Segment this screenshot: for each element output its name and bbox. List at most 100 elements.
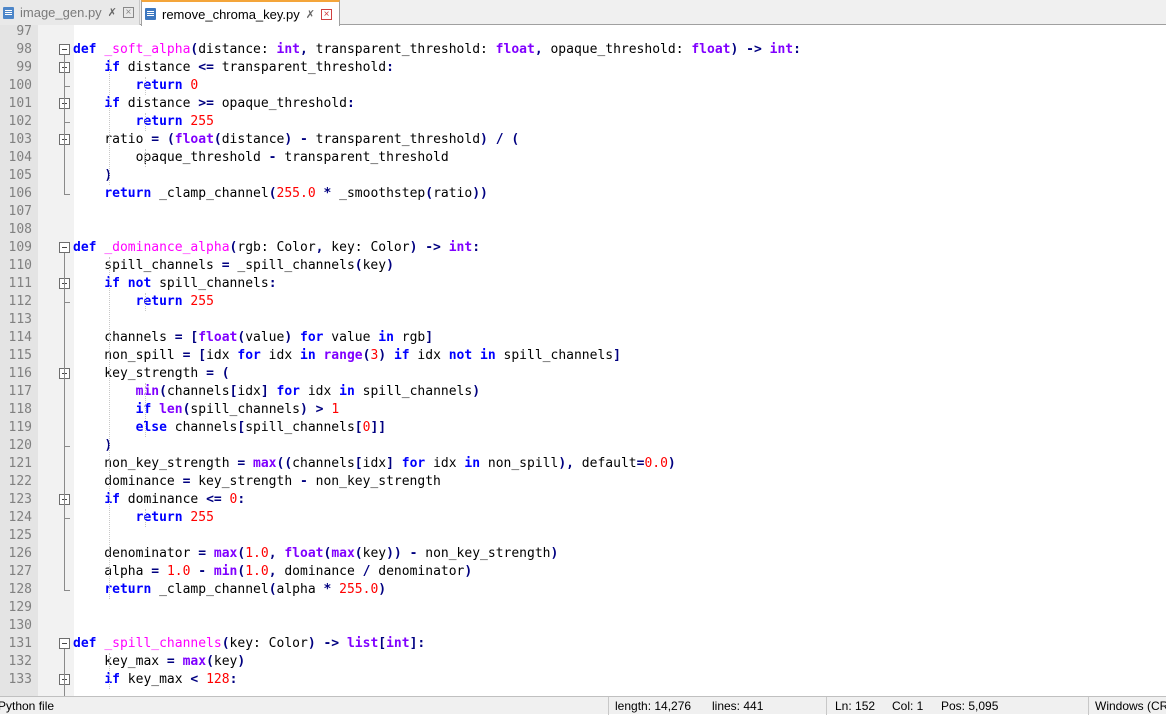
code-line[interactable]: 106 return _clamp_channel(255.0 * _smoot… bbox=[0, 185, 1166, 203]
line-number: 104 bbox=[8, 150, 32, 165]
line-number: 128 bbox=[8, 582, 32, 597]
status-position: Pos: 5,095 bbox=[941, 699, 999, 713]
code-line[interactable]: 124 return 255 bbox=[0, 509, 1166, 527]
python-file-icon bbox=[144, 7, 158, 21]
line-number: 107 bbox=[8, 204, 32, 219]
code-text: return 0 bbox=[135, 78, 199, 93]
tab-bar: image_gen.py ✗ × remove_chroma_key.py ✗ … bbox=[0, 0, 1166, 26]
code-line[interactable]: 128 return _clamp_channel(alpha * 255.0) bbox=[0, 581, 1166, 599]
code-text: min(channels[idx] for idx in spill_chann… bbox=[135, 384, 481, 399]
code-line[interactable]: 99 if distance <= transparent_threshold: bbox=[0, 59, 1166, 77]
code-text: key_strength = ( bbox=[73, 366, 230, 381]
code-line[interactable]: 97 bbox=[0, 25, 1166, 41]
code-line[interactable]: 113 bbox=[0, 311, 1166, 329]
code-line[interactable]: 103 ratio = (float(distance) - transpare… bbox=[0, 131, 1166, 149]
code-line[interactable]: 123 if dominance <= 0: bbox=[0, 491, 1166, 509]
code-line[interactable]: 115 non_spill = [idx for idx in range(3)… bbox=[0, 347, 1166, 365]
python-file-icon bbox=[2, 6, 16, 20]
code-line[interactable]: 120 ) bbox=[0, 437, 1166, 455]
code-line[interactable]: 112 return 255 bbox=[0, 293, 1166, 311]
line-number: 125 bbox=[8, 528, 32, 543]
close-icon[interactable]: × bbox=[320, 8, 332, 20]
line-number: 105 bbox=[8, 168, 32, 183]
line-number: 101 bbox=[8, 96, 32, 111]
code-line[interactable]: 127 alpha = 1.0 - min(1.0, dominance / d… bbox=[0, 563, 1166, 581]
indent-guide bbox=[145, 113, 146, 131]
code-text: return _clamp_channel(alpha * 255.0) bbox=[104, 582, 387, 597]
code-text: return 255 bbox=[135, 114, 214, 129]
code-text: if dominance <= 0: bbox=[104, 492, 246, 507]
code-editor[interactable]: 97 98 def _soft_alpha(distance: int, trans… bbox=[0, 25, 1166, 696]
code-line[interactable]: 132 key_max = max(key) bbox=[0, 653, 1166, 671]
code-text: key_max = max(key) bbox=[73, 654, 246, 669]
indent-guide bbox=[109, 59, 110, 185]
status-bar: Python file length: 14,276 lines: 441 Ln… bbox=[0, 696, 1166, 715]
line-number: 129 bbox=[8, 600, 32, 615]
status-eol: Windows (CR LF) bbox=[1095, 699, 1166, 713]
code-line[interactable]: 119 else channels[spill_channels[0]] bbox=[0, 419, 1166, 437]
line-number: 113 bbox=[8, 312, 32, 327]
code-line[interactable]: 121 non_key_strength = max((channels[idx… bbox=[0, 455, 1166, 473]
tab-remove-chroma-key[interactable]: remove_chroma_key.py ✗ × bbox=[141, 0, 340, 26]
code-text: else channels[spill_channels[0]] bbox=[135, 420, 387, 435]
code-line[interactable]: 105 ) bbox=[0, 167, 1166, 185]
line-number: 100 bbox=[8, 78, 32, 93]
code-text: return _clamp_channel(255.0 * _smoothste… bbox=[104, 186, 488, 201]
line-number: 109 bbox=[8, 240, 32, 255]
code-line[interactable]: 98 def _soft_alpha(distance: int, transpa… bbox=[0, 41, 1166, 59]
pin-icon[interactable]: ✗ bbox=[306, 8, 315, 21]
line-number: 122 bbox=[8, 474, 32, 489]
code-line[interactable]: 116 key_strength = ( bbox=[0, 365, 1166, 383]
line-number: 111 bbox=[8, 276, 32, 291]
line-number: 99 bbox=[16, 60, 32, 75]
line-number: 123 bbox=[8, 492, 32, 507]
code-line[interactable]: 125 bbox=[0, 527, 1166, 545]
fold-end-marker bbox=[64, 194, 70, 195]
code-line[interactable]: 129 bbox=[0, 599, 1166, 617]
close-icon[interactable]: × bbox=[122, 7, 134, 18]
code-text: channels = [float(value) for value in rg… bbox=[73, 330, 434, 345]
line-number: 127 bbox=[8, 564, 32, 579]
fold-line bbox=[64, 649, 65, 696]
indent-guide bbox=[145, 149, 146, 167]
code-line[interactable]: 109 def _dominance_alpha(rgb: Color, key:… bbox=[0, 239, 1166, 257]
code-line[interactable]: 122 dominance = key_strength - non_key_s… bbox=[0, 473, 1166, 491]
fold-toggle-icon[interactable] bbox=[59, 242, 70, 253]
indent-guide bbox=[109, 257, 110, 599]
code-line[interactable]: 100 return 0 bbox=[0, 77, 1166, 95]
tab-image-gen[interactable]: image_gen.py ✗ × bbox=[0, 0, 140, 25]
code-line[interactable]: 101 if distance >= opaque_threshold: bbox=[0, 95, 1166, 113]
code-line[interactable]: 107 bbox=[0, 203, 1166, 221]
indent-guide bbox=[145, 509, 146, 527]
code-text: def _spill_channels(key: Color) -> list[… bbox=[73, 636, 426, 651]
code-line[interactable]: 111 if not spill_channels: bbox=[0, 275, 1166, 293]
line-number: 98 bbox=[16, 42, 32, 57]
code-line[interactable]: 126 denominator = max(1.0, float(max(key… bbox=[0, 545, 1166, 563]
indent-guide bbox=[145, 77, 146, 95]
line-number: 108 bbox=[8, 222, 32, 237]
fold-line bbox=[64, 55, 65, 194]
tab-label: image_gen.py bbox=[20, 5, 102, 20]
fold-toggle-icon[interactable] bbox=[59, 638, 70, 649]
line-number: 115 bbox=[8, 348, 32, 363]
fold-end-marker bbox=[64, 590, 70, 591]
code-line[interactable]: 130 bbox=[0, 617, 1166, 635]
code-line[interactable]: 133 if key_max < 128: bbox=[0, 671, 1166, 689]
code-line[interactable]: 117 min(channels[idx] for idx in spill_c… bbox=[0, 383, 1166, 401]
indent-guide bbox=[145, 383, 146, 437]
indent-guide bbox=[109, 653, 110, 689]
line-number: 124 bbox=[8, 510, 32, 525]
code-line[interactable]: 108 bbox=[0, 221, 1166, 239]
code-line[interactable]: 131 def _spill_channels(key: Color) -> li… bbox=[0, 635, 1166, 653]
code-line[interactable]: 104 opaque_threshold - transparent_thres… bbox=[0, 149, 1166, 167]
fold-toggle-icon[interactable] bbox=[59, 44, 70, 55]
code-line[interactable]: 102 return 255 bbox=[0, 113, 1166, 131]
code-text: if len(spill_channels) > 1 bbox=[135, 402, 340, 417]
code-text: if not spill_channels: bbox=[104, 276, 277, 291]
line-number: 97 bbox=[16, 25, 32, 39]
code-line[interactable]: 110 spill_channels = _spill_channels(key… bbox=[0, 257, 1166, 275]
status-lines: lines: 441 bbox=[712, 699, 764, 713]
code-line[interactable]: 114 channels = [float(value) for value i… bbox=[0, 329, 1166, 347]
code-line[interactable]: 118 if len(spill_channels) > 1 bbox=[0, 401, 1166, 419]
pin-icon[interactable]: ✗ bbox=[108, 6, 117, 19]
